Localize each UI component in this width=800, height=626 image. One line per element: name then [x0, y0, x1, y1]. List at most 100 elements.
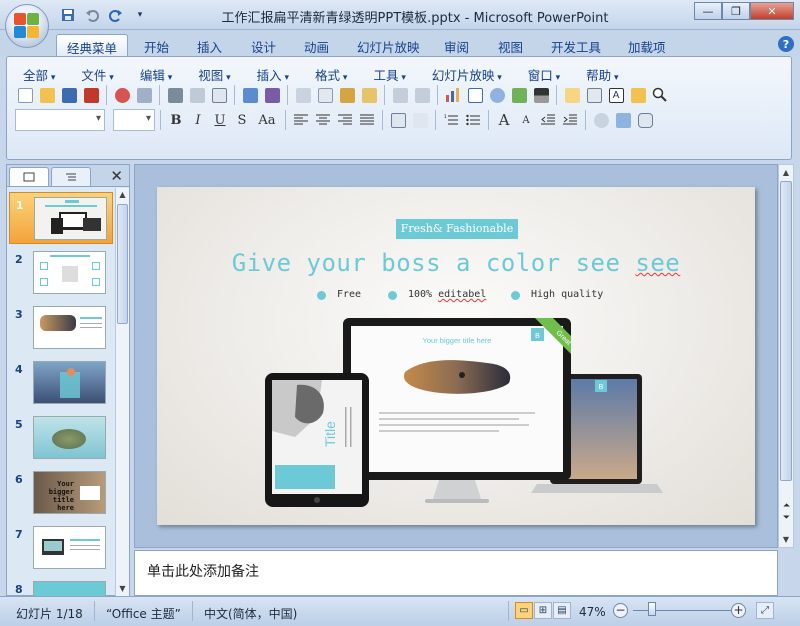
spelling-icon[interactable]: [240, 85, 260, 105]
outline-tab[interactable]: [51, 167, 91, 186]
bullets-icon[interactable]: [463, 110, 483, 130]
slide-thumbnail-8[interactable]: 8: [9, 577, 113, 596]
menu-all[interactable]: 全部: [17, 63, 61, 86]
page-setup-icon[interactable]: [209, 85, 229, 105]
close-button[interactable]: ✕: [750, 2, 794, 20]
open-icon[interactable]: [37, 85, 57, 105]
print-preview-icon[interactable]: [187, 85, 207, 105]
slide-thumbnail-3[interactable]: 3: [9, 302, 113, 354]
shadow-button[interactable]: S: [232, 110, 252, 130]
menu-help[interactable]: 帮助: [580, 63, 624, 86]
slide-thumbnail-1[interactable]: 1: [9, 192, 113, 244]
align-left-icon[interactable]: [291, 110, 311, 130]
slide-scrollbar[interactable]: ▲ ⏶ ⏷ ▼: [778, 164, 794, 548]
italic-button[interactable]: I: [188, 110, 208, 130]
change-case-button[interactable]: Aa: [254, 110, 280, 130]
theme-name[interactable]: “Office 主题”: [106, 605, 181, 622]
notes-pane[interactable]: 单击此处添加备注: [134, 550, 778, 596]
tab-view[interactable]: 视图: [488, 34, 533, 56]
close-panel-icon[interactable]: ✕: [110, 167, 123, 185]
bold-button[interactable]: B: [166, 110, 186, 130]
office-button[interactable]: [5, 4, 49, 48]
tab-slideshow[interactable]: 幻灯片放映: [347, 34, 430, 56]
new-icon[interactable]: [15, 85, 35, 105]
tab-animation[interactable]: 动画: [294, 34, 339, 56]
redo-icon[interactable]: [412, 85, 432, 105]
font-size-combo[interactable]: [113, 109, 155, 131]
text-box-icon[interactable]: A: [606, 85, 626, 105]
research-icon[interactable]: [262, 85, 282, 105]
insert-chart-icon[interactable]: [443, 85, 463, 105]
shapes-icon[interactable]: [591, 110, 611, 130]
zoom-in-icon[interactable]: +: [731, 603, 746, 618]
arrange-icon[interactable]: [613, 110, 633, 130]
zoom-level[interactable]: 47%: [579, 605, 606, 619]
thumbnails-scrollbar[interactable]: ▲ ▼: [115, 188, 129, 596]
text-direction-icon[interactable]: [410, 110, 430, 130]
previous-slide-icon[interactable]: ⏶: [781, 501, 792, 511]
tab-insert[interactable]: 插入: [187, 34, 232, 56]
decrease-indent-icon[interactable]: [538, 110, 558, 130]
underline-button[interactable]: U: [210, 110, 230, 130]
normal-view-icon[interactable]: ▭: [515, 602, 533, 619]
menu-file[interactable]: 文件: [75, 63, 119, 86]
tab-classic-menu[interactable]: 经典菜单: [56, 34, 129, 56]
tab-addins[interactable]: 加载项: [618, 34, 676, 56]
current-slide[interactable]: Fresh& Fashionable Give your boss a colo…: [157, 187, 755, 525]
slide-sorter-view-icon[interactable]: ⊞: [534, 602, 552, 619]
color-grayscale-icon[interactable]: [531, 85, 551, 105]
increase-indent-icon[interactable]: [560, 110, 580, 130]
permission-icon[interactable]: [81, 85, 101, 105]
menu-slideshow[interactable]: 幻灯片放映: [426, 63, 508, 86]
grow-font-button[interactable]: A: [494, 110, 514, 130]
quick-styles-icon[interactable]: [635, 110, 655, 130]
zoom-icon[interactable]: [650, 85, 670, 105]
restore-button[interactable]: ❐: [722, 2, 750, 20]
format-painter-icon[interactable]: [359, 85, 379, 105]
slide-thumbnail-7[interactable]: 7: [9, 522, 113, 574]
new-slide-icon[interactable]: [562, 85, 582, 105]
undo-icon[interactable]: [390, 85, 410, 105]
cut-icon[interactable]: [293, 85, 313, 105]
tab-design[interactable]: 设计: [241, 34, 286, 56]
next-slide-icon[interactable]: ⏷: [781, 513, 792, 523]
help-icon[interactable]: ?: [778, 36, 794, 52]
tab-developer[interactable]: 开发工具: [541, 34, 611, 56]
menu-format[interactable]: 格式: [309, 63, 353, 86]
zoom-slider-handle[interactable]: [648, 602, 656, 616]
fit-to-window-icon[interactable]: ⤢: [756, 602, 774, 619]
scroll-up-icon[interactable]: ▲: [116, 188, 129, 202]
folder-icon[interactable]: [628, 85, 648, 105]
slideshow-view-icon[interactable]: ▤: [553, 602, 571, 619]
tab-review[interactable]: 审阅: [434, 34, 479, 56]
numbering-icon[interactable]: 1: [441, 110, 461, 130]
print-icon[interactable]: [165, 85, 185, 105]
tab-home[interactable]: 开始: [134, 34, 179, 56]
attach-icon[interactable]: [134, 85, 154, 105]
save-icon[interactable]: [59, 85, 79, 105]
menu-tools[interactable]: 工具: [367, 63, 411, 86]
font-name-combo[interactable]: [15, 109, 105, 131]
email-icon[interactable]: [112, 85, 132, 105]
paste-icon[interactable]: [337, 85, 357, 105]
copy-icon[interactable]: [315, 85, 335, 105]
scroll-thumb[interactable]: [780, 181, 792, 481]
insert-table-icon[interactable]: [465, 85, 485, 105]
columns-icon[interactable]: [388, 110, 408, 130]
slide-thumbnail-4[interactable]: 4: [9, 357, 113, 409]
menu-view[interactable]: 视图: [192, 63, 236, 86]
minimize-button[interactable]: —: [694, 2, 722, 20]
zoom-out-icon[interactable]: −: [613, 603, 628, 618]
language-indicator[interactable]: 中文(简体，中国): [204, 605, 297, 622]
slides-tab[interactable]: [9, 167, 49, 186]
menu-edit[interactable]: 编辑: [134, 63, 178, 86]
menu-insert[interactable]: 插入: [251, 63, 295, 86]
menu-window[interactable]: 窗口: [522, 63, 566, 86]
align-center-icon[interactable]: [313, 110, 333, 130]
scroll-down-icon[interactable]: ▼: [116, 582, 129, 596]
slide-thumbnail-5[interactable]: 5: [9, 412, 113, 464]
scroll-up-icon[interactable]: ▲: [779, 165, 793, 180]
slide-thumbnail-2[interactable]: 2: [9, 247, 113, 299]
shrink-font-button[interactable]: A: [516, 110, 536, 130]
justify-icon[interactable]: [357, 110, 377, 130]
